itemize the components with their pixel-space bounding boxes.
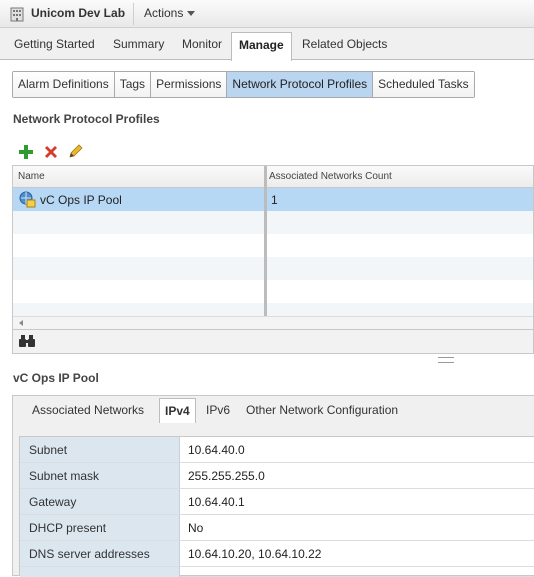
property-label: DHCP present bbox=[20, 515, 180, 540]
x-icon[interactable] bbox=[43, 144, 59, 160]
property-label: DNS server addresses bbox=[20, 541, 180, 566]
empty-row bbox=[13, 257, 533, 280]
property-value: 10.64.40.0 bbox=[188, 443, 245, 457]
subtab-network-protocol-profiles[interactable]: Network Protocol Profiles bbox=[227, 72, 374, 97]
property-value: 255.255.255.0 bbox=[188, 469, 265, 483]
empty-row bbox=[13, 234, 533, 257]
panel-splitter[interactable] bbox=[438, 357, 454, 363]
tab-ipv6[interactable]: IPv6 bbox=[206, 403, 230, 417]
subtab-alarm-definitions[interactable]: Alarm Definitions bbox=[13, 72, 115, 97]
binoculars-icon[interactable] bbox=[18, 334, 36, 348]
tab-manage[interactable]: Manage bbox=[231, 32, 292, 61]
pencil-icon[interactable] bbox=[67, 144, 83, 160]
property-label: Subnet mask bbox=[20, 463, 180, 488]
datacenter-icon bbox=[10, 7, 24, 22]
profiles-grid: Name Associated Networks Count vC Ops IP… bbox=[12, 165, 534, 330]
empty-row bbox=[13, 280, 533, 303]
column-header-count[interactable]: Associated Networks Count bbox=[269, 171, 392, 182]
detail-panel: Associated Networks IPv4 IPv6 Other Netw… bbox=[12, 395, 534, 577]
property-value: 10.64.40.1 bbox=[188, 495, 245, 509]
property-value: 10.64.10.20, 10.64.10.22 bbox=[188, 547, 322, 561]
tab-associated-networks[interactable]: Associated Networks bbox=[32, 403, 144, 417]
property-value: No bbox=[188, 521, 204, 535]
scroll-left-icon[interactable] bbox=[19, 320, 23, 326]
main-tabs: Getting Started Summary Monitor Manage R… bbox=[0, 28, 534, 61]
empty-row bbox=[13, 303, 533, 316]
subtab-permissions[interactable]: Permissions bbox=[151, 72, 228, 97]
object-title: Unicom Dev Lab bbox=[31, 6, 126, 20]
title-bar: Unicom Dev Lab Actions bbox=[0, 0, 534, 28]
detail-title: vC Ops IP Pool bbox=[13, 371, 99, 385]
grid-footer bbox=[12, 330, 534, 354]
tab-ipv4[interactable]: IPv4 bbox=[159, 398, 196, 423]
property-label: Gateway bbox=[20, 489, 180, 514]
property-row: Subnet mask 255.255.255.0 bbox=[20, 463, 534, 489]
empty-row bbox=[13, 211, 533, 234]
section-title: Network Protocol Profiles bbox=[13, 112, 160, 126]
grid-header: Name Associated Networks Count bbox=[13, 166, 533, 188]
manage-subtabs: Alarm Definitions Tags Permissions Netwo… bbox=[12, 71, 475, 98]
property-label: Subnet bbox=[20, 437, 180, 462]
tab-other-network-configuration[interactable]: Other Network Configuration bbox=[246, 403, 398, 417]
column-header-name[interactable]: Name bbox=[18, 171, 45, 182]
table-row[interactable]: vC Ops IP Pool 1 bbox=[13, 188, 533, 211]
cell-count: 1 bbox=[271, 193, 278, 207]
property-row: Subnet 10.64.40.0 bbox=[20, 437, 534, 463]
tab-getting-started[interactable]: Getting Started bbox=[14, 37, 95, 51]
actions-label: Actions bbox=[144, 6, 184, 20]
property-row: DNS server addresses 10.64.10.20, 10.64.… bbox=[20, 541, 534, 567]
properties-table: Subnet 10.64.40.0 Subnet mask 255.255.25… bbox=[19, 436, 534, 577]
subtab-scheduled-tasks[interactable]: Scheduled Tasks bbox=[373, 72, 474, 97]
ip-pool-icon bbox=[19, 191, 36, 208]
title-separator bbox=[133, 3, 134, 25]
plus-icon[interactable] bbox=[18, 144, 34, 160]
tab-related-objects[interactable]: Related Objects bbox=[302, 37, 387, 51]
tab-monitor[interactable]: Monitor bbox=[182, 37, 222, 51]
actions-menu[interactable]: Actions bbox=[144, 6, 196, 20]
cell-name: vC Ops IP Pool bbox=[40, 193, 122, 207]
subtab-tags[interactable]: Tags bbox=[114, 72, 152, 97]
column-resize-handle[interactable] bbox=[264, 166, 267, 316]
tab-summary[interactable]: Summary bbox=[113, 37, 164, 51]
horizontal-scrollbar[interactable] bbox=[13, 316, 533, 329]
property-row: DHCP present No bbox=[20, 515, 534, 541]
caret-down-icon bbox=[187, 11, 196, 17]
property-row: Gateway 10.64.40.1 bbox=[20, 489, 534, 515]
